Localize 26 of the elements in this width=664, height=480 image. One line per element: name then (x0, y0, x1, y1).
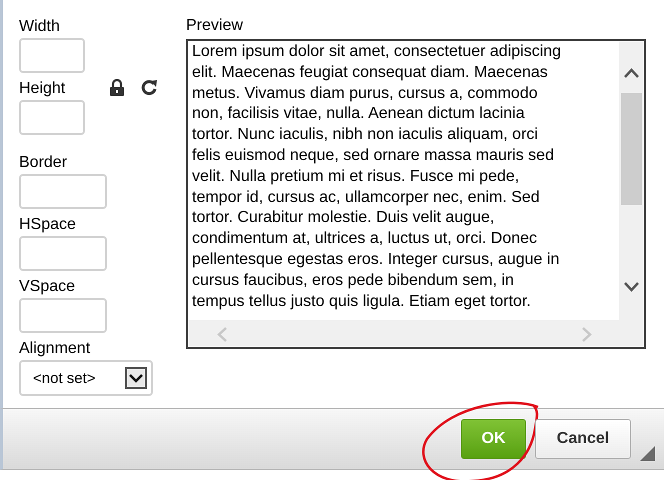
scroll-left-icon[interactable] (216, 326, 228, 343)
lock-icon[interactable] (109, 79, 125, 96)
refresh-icon[interactable] (141, 79, 158, 96)
preview-label: Preview (186, 16, 243, 36)
text-field[interactable] (19, 298, 107, 333)
cancel-button[interactable]: Cancel (535, 419, 631, 459)
field-label: Border (19, 153, 68, 173)
scroll-up-icon[interactable] (623, 67, 640, 79)
chevron-down-icon (129, 373, 143, 383)
resize-grip-icon[interactable] (640, 446, 655, 461)
field-label: Width (19, 17, 60, 37)
text-field[interactable] (19, 38, 85, 73)
preview-text: Lorem ipsum dolor sit amet, consectetuer adipiscing elit. Maecenas feugiat consequat diam. Maecenas metus. Vivamus diam purus, cursus a, commodo non, facilisis vitae, nulla. Aenean dictum lacinia tortor. Nunc iaculis, nibh non iaculis aliquam, orci felis euismod neque, sed ornare massa mauris sed velit. Nulla pretium mi et risus. Fusce mi pede, tempor id, cursus ac, ullamcorper nec, enim. Sed tortor. Curabitur molestie. Duis velit augue, condimentum at, ultrices a, luctus ut, orci. Donec pellentesque egestas eros. Integer cursus, augue in cursus faucibus, eros pede bibendum sem, in tempus tellus justo quis ligula. Etiam eget tortor. (191, 42, 562, 312)
text-field[interactable] (19, 236, 107, 271)
field-label: VSpace (19, 277, 76, 297)
scroll-down-icon[interactable] (623, 281, 640, 293)
field-label: HSpace (19, 215, 76, 235)
vertical-scrollbar[interactable] (619, 41, 644, 347)
scrollbar-thumb[interactable] (621, 93, 642, 205)
field-label: Alignment (19, 339, 90, 359)
alignment-dropdown[interactable]: <not set> (19, 360, 153, 396)
scroll-right-icon[interactable] (581, 326, 593, 343)
text-field[interactable] (19, 100, 85, 135)
field-label: Height (19, 79, 66, 99)
text-field[interactable] (19, 174, 107, 209)
horizontal-scrollbar[interactable] (188, 320, 619, 347)
